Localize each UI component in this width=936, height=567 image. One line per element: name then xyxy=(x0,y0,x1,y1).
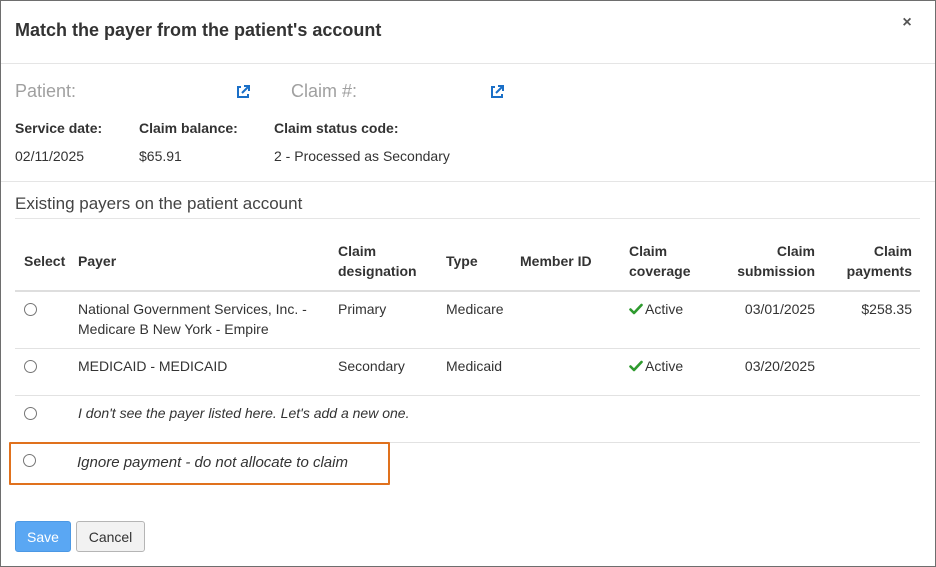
table-header-divider xyxy=(15,290,920,292)
ignore-payment-radio[interactable] xyxy=(23,454,36,467)
header-payer: Payer xyxy=(78,253,117,269)
type-1: Medicare xyxy=(446,301,504,317)
header-claim-designation: Claim designation xyxy=(338,243,417,279)
payer-name-1: National Government Services, Inc. - Med… xyxy=(78,301,307,337)
row-divider xyxy=(15,348,920,349)
submission-2: 03/20/2025 xyxy=(744,358,815,374)
header-claim-submission: Claim submission xyxy=(737,243,815,279)
header-claim-coverage: Claim coverage xyxy=(629,243,691,279)
coverage-2: Active xyxy=(629,356,683,376)
section-divider xyxy=(15,218,920,219)
header-claim-payments: Claim payments xyxy=(846,243,912,279)
header-member-id: Member ID xyxy=(520,253,592,269)
claim-status-value: 2 - Processed as Secondary xyxy=(274,148,450,164)
claim-balance-value: $65.91 xyxy=(139,148,182,164)
claim-info-panel: Patient: Claim #: Service date: 02/11/20… xyxy=(1,64,935,182)
add-new-payer-radio[interactable] xyxy=(24,407,37,420)
match-payer-dialog: Match the payer from the patient's accou… xyxy=(0,0,936,567)
patient-external-link-icon[interactable] xyxy=(235,84,251,100)
check-icon xyxy=(629,303,643,315)
payer-radio-2[interactable] xyxy=(24,360,37,373)
ignore-payment-label: Ignore payment - do not allocate to clai… xyxy=(77,454,348,471)
claim-status-label: Claim status code: xyxy=(274,120,399,136)
existing-payers-title: Existing payers on the patient account xyxy=(15,194,303,213)
service-date-label: Service date: xyxy=(15,120,103,136)
header-type: Type xyxy=(446,253,478,269)
add-new-payer-label: I don't see the payer listed here. Let's… xyxy=(78,405,410,421)
designation-2: Secondary xyxy=(338,358,405,374)
payments-1: $258.35 xyxy=(861,301,912,317)
close-button[interactable]: × xyxy=(899,14,915,32)
row-divider xyxy=(15,395,920,396)
check-icon xyxy=(629,360,643,372)
claim-balance-label: Claim balance: xyxy=(139,120,238,136)
claim-number-label: Claim #: xyxy=(291,81,358,101)
payer-radio-1[interactable] xyxy=(24,303,37,316)
save-button[interactable]: Save xyxy=(15,521,71,552)
type-2: Medicaid xyxy=(446,358,503,374)
dialog-title: Match the payer from the patient's accou… xyxy=(15,20,382,40)
payer-name-2: MEDICAID - MEDICAID xyxy=(78,358,228,374)
patient-label: Patient: xyxy=(15,81,77,101)
submission-1: 03/01/2025 xyxy=(744,301,815,317)
dialog-header: Match the payer from the patient's accou… xyxy=(1,1,935,64)
header-select: Select xyxy=(24,253,66,269)
designation-1: Primary xyxy=(338,301,387,317)
service-date-value: 02/11/2025 xyxy=(15,148,85,164)
cancel-button[interactable]: Cancel xyxy=(76,521,145,552)
claim-external-link-icon[interactable] xyxy=(489,84,505,100)
coverage-1: Active xyxy=(629,299,683,319)
